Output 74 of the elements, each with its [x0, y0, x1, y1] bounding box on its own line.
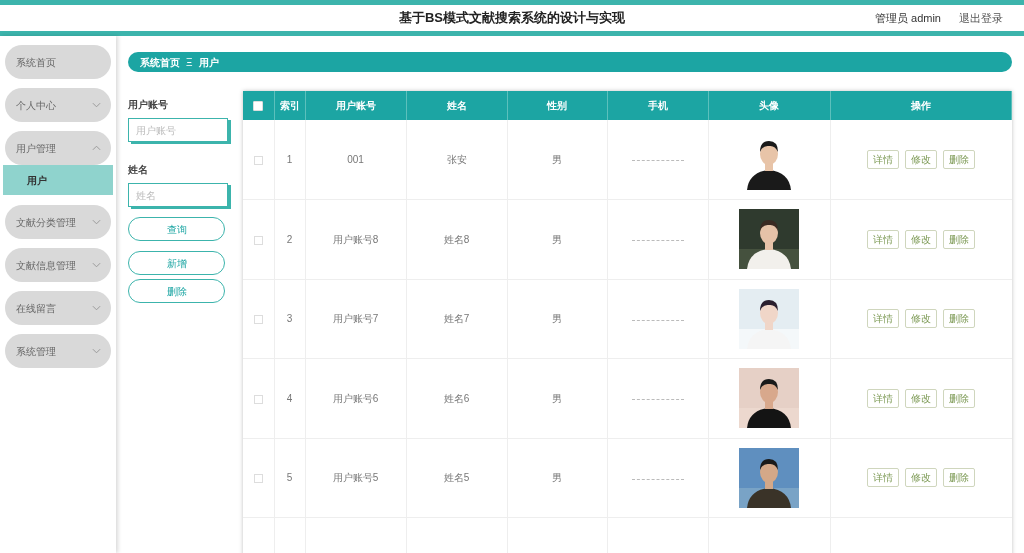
table-cell: 男 — [552, 154, 562, 165]
row-checkbox[interactable] — [253, 474, 263, 484]
sidebar-item[interactable]: 系统首页 — [5, 45, 111, 79]
action-button[interactable]: 修改 — [905, 229, 937, 249]
row-checkbox[interactable] — [253, 155, 263, 165]
action-button[interactable]: 删除 — [943, 309, 975, 329]
breadcrumb-separator: Ξ — [186, 55, 193, 70]
action-button[interactable]: 详情 — [867, 468, 899, 488]
table-cell: 001 — [347, 154, 364, 165]
sidebar-item[interactable]: 在线留言 — [5, 291, 111, 325]
action-button[interactable]: 删除 — [943, 468, 975, 488]
table-cell: 3 — [286, 313, 293, 325]
column-header: 头像 — [759, 100, 779, 111]
table-cell: 姓名7 — [443, 313, 470, 325]
input-field[interactable]: 用户账号 — [128, 118, 228, 142]
table-cell: 4 — [286, 392, 293, 404]
redacted-mark — [631, 477, 684, 480]
redacted-mark — [631, 239, 684, 242]
form-button[interactable]: 查询 — [128, 217, 225, 241]
table-cell: 男 — [552, 313, 562, 325]
column-header: 手机 — [647, 100, 668, 111]
column-header: 性别 — [547, 100, 567, 111]
logout-link[interactable]: 退出登录 — [959, 9, 1003, 27]
table-cell: 用户账号8 — [332, 233, 379, 245]
table-cell: 男 — [552, 392, 562, 404]
sidebar-item[interactable]: 文献分类管理 — [5, 205, 111, 239]
column-header: 索引 — [279, 100, 300, 111]
table-cell: 张安 — [446, 154, 467, 165]
sidebar-item[interactable]: 系统管理 — [5, 334, 111, 368]
action-button[interactable]: 修改 — [905, 150, 937, 169]
table-cell: 男 — [552, 472, 562, 484]
sidebar-item[interactable]: 个人中心 — [5, 88, 111, 122]
breadcrumb-link[interactable]: 系统首页 — [140, 54, 180, 70]
form-button[interactable]: 删除 — [128, 279, 225, 303]
row-checkbox[interactable] — [253, 394, 263, 404]
form-button[interactable]: 新增 — [128, 251, 225, 275]
action-button[interactable]: 删除 — [943, 388, 975, 408]
table-cell: 用户账号7 — [332, 313, 379, 325]
action-button[interactable]: 详情 — [867, 309, 899, 329]
admin-label: 管理员 admin — [874, 10, 941, 26]
action-button[interactable]: 详情 — [867, 150, 899, 169]
action-button[interactable]: 修改 — [905, 468, 937, 488]
action-button[interactable]: 详情 — [867, 388, 899, 408]
sidebar-subitem[interactable]: 用户 — [3, 165, 113, 195]
app-title: 基于BS模式文献搜索系统的设计与实现 — [398, 9, 626, 28]
column-header: 操作 — [910, 100, 931, 111]
sidebar-item[interactable]: 用户管理 — [5, 131, 111, 165]
redacted-mark — [631, 318, 684, 321]
row-checkbox[interactable] — [253, 235, 263, 245]
table-cell: 1 — [286, 154, 293, 165]
table-cell: 5 — [286, 472, 293, 484]
redacted-mark — [631, 398, 684, 401]
action-button[interactable]: 修改 — [905, 388, 937, 408]
select-all-checkbox[interactable] — [253, 101, 264, 112]
table-cell: 用户账号5 — [332, 472, 379, 484]
table-cell: 男 — [552, 233, 562, 245]
action-button[interactable]: 详情 — [867, 229, 899, 249]
sidebar-item[interactable]: 文献信息管理 — [5, 248, 111, 282]
table-cell: 姓名5 — [443, 472, 470, 484]
column-header: 用户账号 — [335, 100, 376, 111]
action-button[interactable]: 修改 — [905, 309, 937, 329]
field-label: 姓名 — [128, 163, 149, 177]
field-label: 用户账号 — [128, 98, 169, 112]
table-cell: 姓名8 — [443, 233, 470, 245]
table-cell: 2 — [286, 233, 293, 245]
action-button[interactable]: 删除 — [943, 150, 975, 169]
redacted-mark — [631, 159, 684, 162]
action-button[interactable]: 删除 — [943, 229, 975, 249]
table-cell: 姓名6 — [443, 392, 470, 404]
breadcrumb-link[interactable]: 用户 — [198, 54, 219, 70]
row-checkbox[interactable] — [253, 315, 263, 325]
table-cell: 用户账号6 — [332, 392, 379, 404]
column-header: 姓名 — [446, 100, 467, 111]
input-field[interactable]: 姓名 — [128, 183, 228, 207]
